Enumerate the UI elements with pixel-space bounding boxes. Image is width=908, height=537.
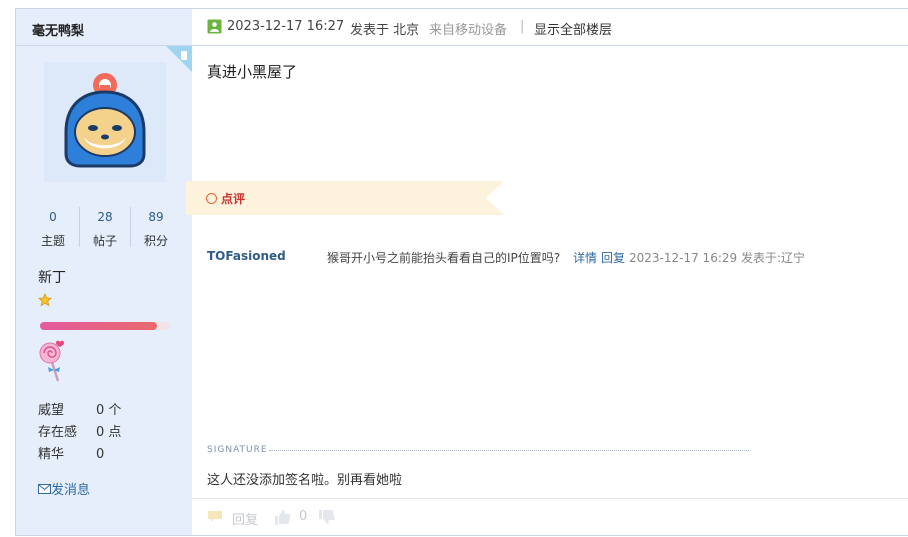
comment-user[interactable]: TOFasioned (207, 249, 286, 263)
stat-topics[interactable]: 0 主题 (28, 205, 78, 249)
stat-posts[interactable]: 28 帖子 (80, 205, 130, 249)
stat-value: 0 (49, 210, 57, 224)
field-value: 0 个 (96, 403, 122, 418)
reply-icon[interactable] (207, 509, 223, 525)
field-key: 精华 (38, 447, 65, 462)
mobile-badge-icon (166, 46, 192, 72)
post-header: 2023-12-17 16:27 发表于 北京 来自移动设备 | 显示全部楼层 (192, 9, 908, 46)
field-key: 存在感 (38, 425, 78, 440)
signature-label: SIGNATURE (207, 445, 268, 455)
post-device: 来自移动设备 (429, 23, 508, 38)
field-key: 威望 (38, 403, 65, 418)
field-presence: 存在感 0 点 (38, 421, 121, 440)
level-progress-bar (40, 322, 170, 330)
post-main: 2023-12-17 16:27 发表于 北京 来自移动设备 | 显示全部楼层 … (186, 9, 908, 536)
field-prestige: 威望 0 个 (38, 399, 121, 418)
envelope-icon (38, 483, 51, 498)
comment-time: 2023-12-17 16:29 发表于:辽宁 (629, 251, 805, 265)
field-essence: 精华 0 (38, 443, 104, 462)
avatar[interactable] (44, 62, 166, 182)
stat-value: 28 (97, 210, 113, 224)
like-count: 0 (299, 509, 308, 524)
rating-header: 点评 (206, 190, 245, 207)
comment-text: 猴哥开小号之前能抬头看看自己的IP位置吗? (327, 251, 561, 265)
thumbs-up-icon[interactable] (274, 509, 291, 527)
stat-label: 主题 (40, 234, 65, 248)
rating-label: 点评 (221, 192, 246, 206)
signature-divider: SIGNATURE (207, 445, 750, 455)
level-progress-fill (40, 322, 157, 330)
reply-button[interactable]: 回复 (232, 509, 258, 528)
post-type-icon (207, 19, 222, 36)
author-sidebar: 毫无鸭梨 0 主题 28 帖子 89 积分 新丁 威望 0 个 存在感 0 点 … (16, 9, 192, 535)
user-rank[interactable]: 新丁 (38, 267, 66, 287)
post-content: 真进小黑屋了 (207, 63, 298, 81)
lollipop-medal-icon[interactable] (38, 339, 68, 389)
post-actions: 回复 0 (192, 498, 908, 536)
send-message-label: 发消息 (51, 483, 91, 498)
post-location: 发表于 北京 (350, 23, 420, 38)
stat-value: 89 (148, 210, 164, 224)
thumbs-down-icon[interactable] (318, 509, 335, 527)
send-message-link[interactable]: 发消息 (38, 479, 90, 498)
signature-text: 这人还没添加签名啦。别再看她啦 (207, 473, 403, 488)
header-divider: | (520, 19, 525, 34)
signature-dots (269, 450, 749, 451)
field-value: 0 (96, 447, 105, 462)
author-name[interactable]: 毫无鸭梨 (32, 20, 84, 39)
author-header: 毫无鸭梨 (16, 9, 192, 46)
star-icon (38, 293, 52, 311)
rating-icon (206, 193, 217, 204)
stat-label: 帖子 (92, 234, 117, 248)
author-stats: 0 主题 28 帖子 89 积分 (16, 205, 192, 253)
field-value: 0 点 (96, 425, 122, 440)
comment-reply-link[interactable]: 回复 (601, 249, 625, 266)
comment-detail-link[interactable]: 详情 (573, 249, 597, 266)
stat-points[interactable]: 89 积分 (131, 205, 181, 249)
show-all-floors-link[interactable]: 显示全部楼层 (534, 19, 612, 38)
post-timestamp: 2023-12-17 16:27 (227, 19, 345, 34)
stat-label: 积分 (143, 234, 168, 248)
